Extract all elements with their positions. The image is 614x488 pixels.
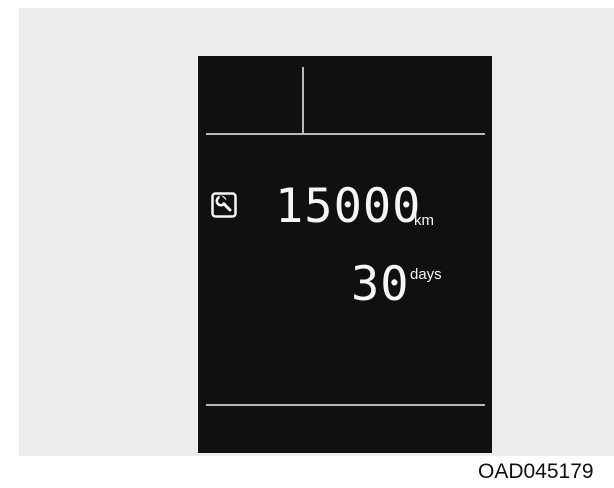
lcd-display: 15000 km 30 days <box>198 56 492 453</box>
display-divider-top-vertical <box>302 67 304 133</box>
display-divider-bottom-horizontal <box>206 404 485 406</box>
figure-panel: 15000 km 30 days <box>19 8 614 456</box>
service-distance-value: 15000 <box>275 179 422 234</box>
display-divider-top-horizontal <box>206 133 485 135</box>
service-days-value: 30 <box>351 257 410 312</box>
wrench-icon <box>211 192 237 218</box>
figure-code: OAD045179 <box>478 460 594 483</box>
service-distance-unit: km <box>414 212 434 229</box>
service-days-unit: days <box>410 266 442 283</box>
